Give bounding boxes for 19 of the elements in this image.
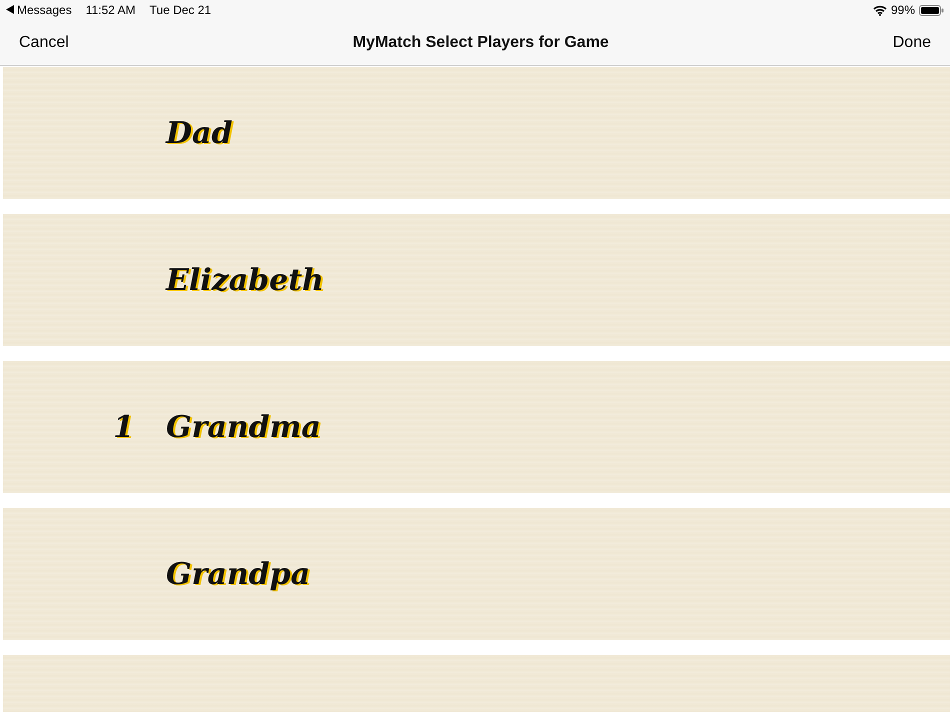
player-row[interactable]: 1 Grandma: [3, 361, 950, 493]
player-row[interactable]: Elizabeth: [3, 214, 950, 346]
status-time: 11:52 AM: [86, 3, 136, 17]
status-date: Tue Dec 21: [150, 3, 212, 17]
player-name: Grandpa: [166, 556, 310, 592]
player-row[interactable]: Grandpa: [3, 508, 950, 640]
back-triangle-icon: [6, 5, 14, 14]
battery-icon: [919, 4, 944, 16]
battery-percent: 99%: [890, 3, 915, 17]
player-name: Elizabeth: [166, 262, 324, 298]
cancel-button[interactable]: Cancel: [19, 34, 69, 52]
wifi-icon: [872, 4, 887, 16]
nav-title: MyMatch Select Players for Game: [352, 34, 610, 52]
player-row[interactable]: Dad: [3, 67, 950, 199]
player-name: Grandma: [166, 410, 321, 444]
back-to-app-link[interactable]: Messages: [6, 3, 72, 17]
done-button[interactable]: Done: [892, 34, 931, 52]
player-name: Dad: [166, 116, 232, 150]
player-order-number: 1: [112, 410, 135, 444]
